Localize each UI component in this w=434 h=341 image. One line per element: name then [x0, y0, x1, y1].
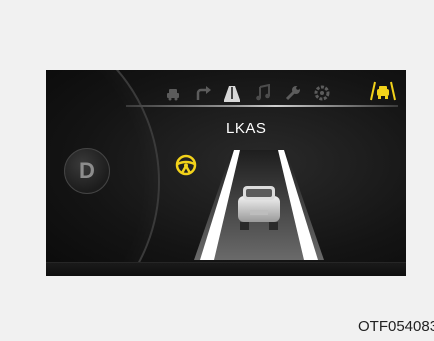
turn-arrow-icon[interactable] [194, 84, 212, 102]
wrench-icon[interactable] [284, 84, 302, 102]
settings-gear-icon[interactable] [313, 84, 331, 102]
tab-underline [126, 105, 398, 107]
lane-assist-car-icon[interactable] [370, 80, 396, 102]
bottom-bezel [46, 262, 406, 276]
car-info-icon[interactable] [164, 84, 182, 102]
figure-code: OTF054083 [358, 318, 434, 335]
gear-label: D [79, 158, 95, 183]
cluster-display: D LKAS [46, 70, 406, 276]
music-note-icon[interactable] [254, 84, 272, 102]
mode-title: LKAS [226, 120, 267, 137]
lane-scene [194, 150, 324, 260]
lane-road-icon[interactable] [223, 84, 241, 102]
gear-indicator: D [64, 148, 110, 194]
